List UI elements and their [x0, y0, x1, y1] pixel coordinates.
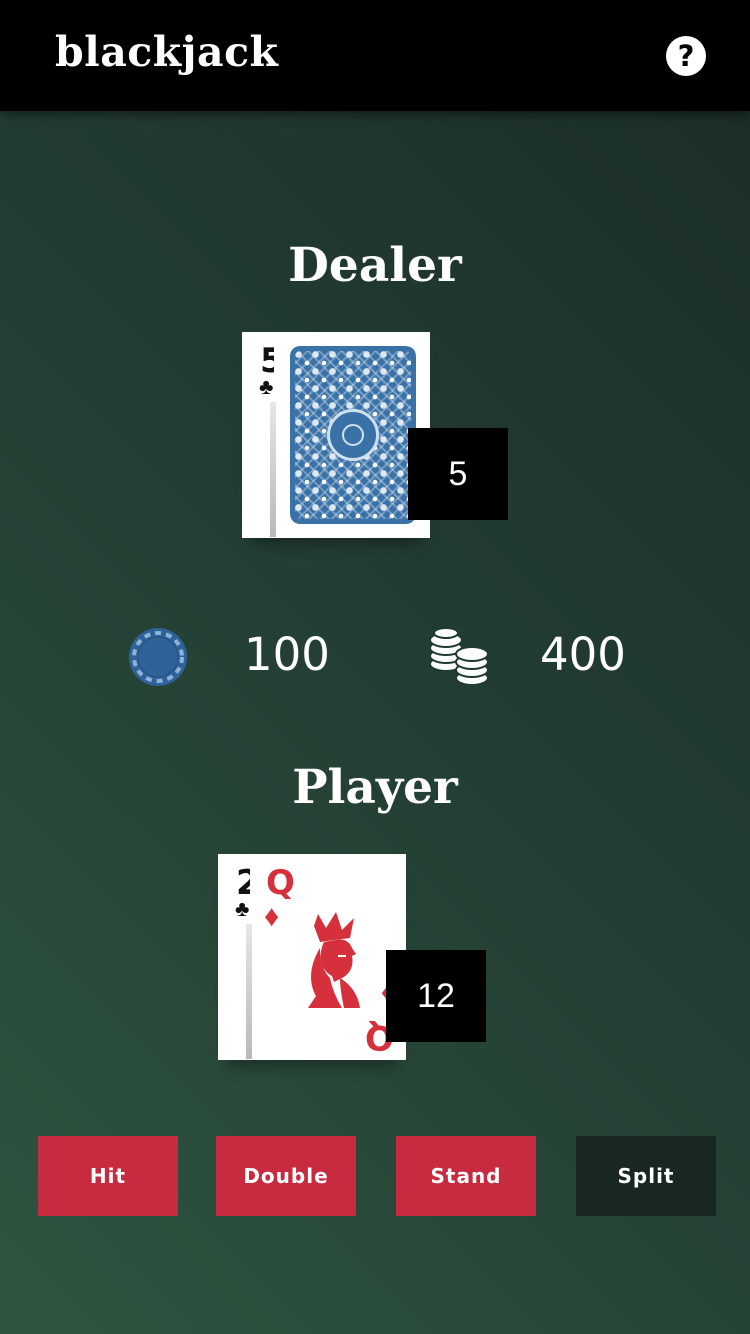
player-card-1-rank: 2 — [236, 866, 250, 900]
card-edge — [270, 402, 276, 537]
stand-button[interactable]: Stand — [396, 1136, 536, 1216]
club-icon: ♣ — [235, 896, 250, 921]
queen-figure-icon — [308, 912, 360, 1008]
dealer-score: 5 — [408, 428, 508, 520]
double-button[interactable]: Double — [216, 1136, 356, 1216]
card-back — [290, 346, 416, 524]
card-edge — [246, 924, 252, 1059]
top-bar: blackjack ? — [0, 0, 750, 111]
app-title: blackjack — [55, 28, 279, 76]
player-hand: 2 ♣ Q ♦ ♦ Q — [218, 854, 406, 1060]
dealer-card-1-rank: 5 — [260, 344, 274, 378]
player-title: Player — [292, 760, 458, 815]
bet-amount: 100 — [244, 628, 330, 681]
player-card-2-rank: Q — [266, 863, 295, 903]
question-circle-icon[interactable]: ? — [666, 36, 706, 76]
card-back-rosette-icon — [327, 409, 379, 461]
dealer-title: Dealer — [288, 238, 462, 293]
balance-amount: 400 — [540, 628, 626, 681]
hit-button[interactable]: Hit — [38, 1136, 178, 1216]
split-button[interactable]: Split — [576, 1136, 716, 1216]
chip-stack-icon — [429, 627, 489, 686]
club-icon: ♣ — [259, 374, 274, 399]
player-card-2: Q ♦ ♦ Q — [262, 863, 402, 1057]
dealer-hand: 5 ♣ — [242, 332, 430, 538]
diamond-icon: ♦ — [264, 900, 280, 933]
chip-icon — [129, 628, 187, 686]
player-score: 12 — [386, 950, 486, 1042]
